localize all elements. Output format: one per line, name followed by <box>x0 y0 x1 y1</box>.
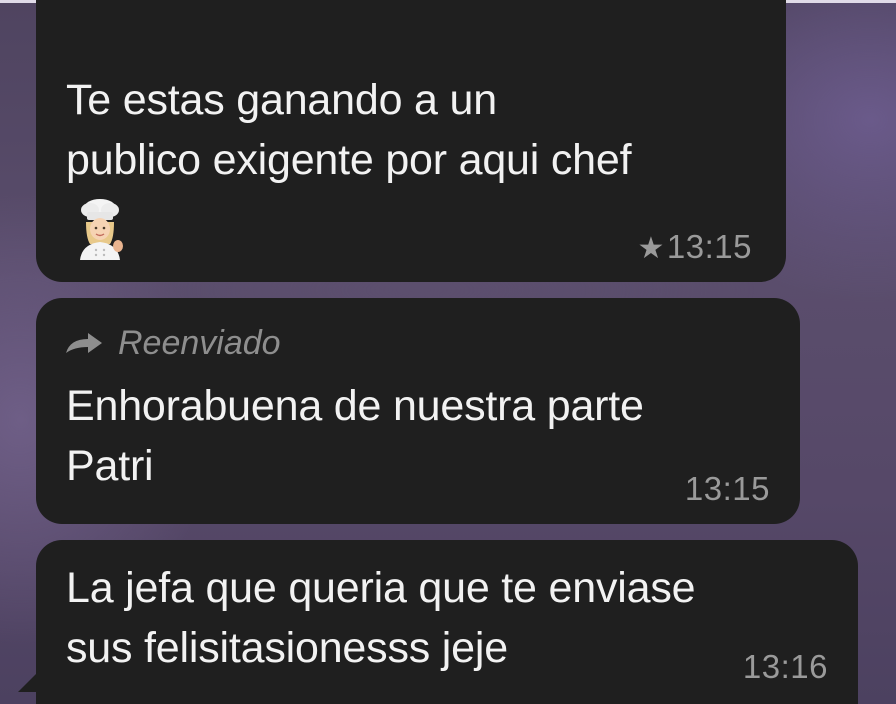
forward-arrow-icon <box>66 332 102 353</box>
message-time: 13:16 <box>742 648 828 685</box>
message-text: La jefa que queria que te enviase sus fe… <box>66 558 846 678</box>
message-line: Patri <box>66 442 154 490</box>
message-bubble[interactable]: La jefa que queria que te enviase sus fe… <box>18 540 858 704</box>
star-icon: ★ <box>637 232 665 265</box>
message-line: Enhorabuena de nuestra parte <box>66 382 644 430</box>
bubble-tail <box>18 670 40 692</box>
message-text: Enhorabuena de nuestra parte Patri <box>66 376 786 496</box>
message-bubble[interactable]: Te estas ganando a un publico exigente p… <box>36 0 786 282</box>
message-time: 13:15 <box>684 470 770 507</box>
message-text: Te estas ganando a un publico exigente p… <box>66 70 766 190</box>
message-line: Te estas ganando a un <box>66 76 497 124</box>
chef-emoji-icon <box>80 199 123 260</box>
message-bubble[interactable]: Reenviado Enhorabuena de nuestra parte P… <box>36 298 800 524</box>
message-time: 13:15 <box>666 228 752 265</box>
message-line: publico exigente por aqui chef <box>66 136 632 184</box>
forwarded-label: Reenviado <box>118 324 281 362</box>
message-meta: ★13:15 <box>638 228 753 266</box>
forwarded-header: Reenviado <box>64 324 281 363</box>
message-line: sus felisitasionesss jeje <box>66 624 508 672</box>
message-line: La jefa que queria que te enviase <box>66 564 696 612</box>
